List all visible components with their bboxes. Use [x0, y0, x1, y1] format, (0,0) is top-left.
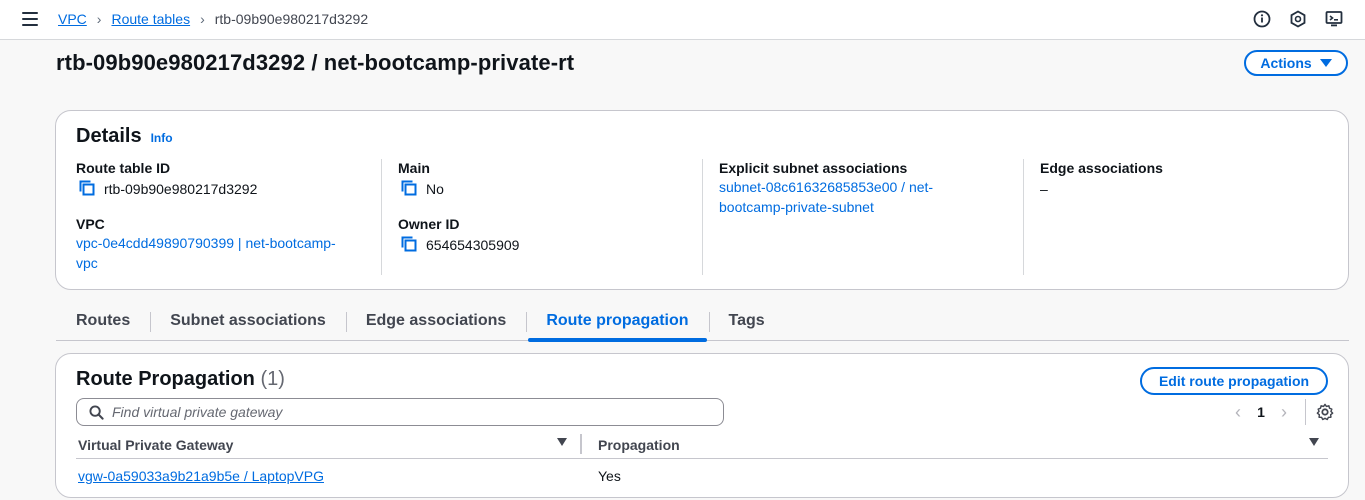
- info-icon[interactable]: [1253, 10, 1271, 28]
- explicit-subnet-link[interactable]: subnet-08c61632685853e00 / net- bootcamp…: [719, 177, 1009, 217]
- breadcrumb-separator: ›: [200, 11, 205, 27]
- copy-icon[interactable]: [400, 235, 420, 255]
- copy-icon[interactable]: [400, 179, 420, 199]
- column-divider: [702, 159, 703, 275]
- pagination-divider: [1305, 399, 1306, 425]
- info-link[interactable]: Info: [151, 131, 173, 145]
- search-field: [76, 398, 724, 426]
- table-header-divider: [76, 458, 1328, 459]
- details-title: Details: [76, 125, 142, 147]
- search-input[interactable]: [112, 404, 692, 420]
- cloudshell-icon[interactable]: [1325, 10, 1343, 28]
- caret-down-icon: [1319, 59, 1332, 67]
- breadcrumb-vpc[interactable]: VPC: [58, 11, 87, 27]
- propagation-value: Yes: [598, 468, 621, 484]
- notifications-icon[interactable]: [1289, 10, 1307, 28]
- tab-tags[interactable]: Tags: [708, 306, 785, 340]
- vpc-link-line-2: vpc: [76, 255, 98, 271]
- pagination: ‹ 1 ›: [1227, 398, 1334, 426]
- route-table-id-value: rtb-09b90e980217d3292: [76, 179, 366, 199]
- vpc-link[interactable]: vpc-0e4cdd49890790399 | net-bootcamp- vp…: [76, 233, 366, 273]
- top-icon-group: [1253, 10, 1343, 28]
- next-page-button[interactable]: ›: [1273, 402, 1295, 423]
- details-panel: Details Info Route table ID rtb-09b90e98…: [55, 110, 1349, 290]
- main-label: Main: [398, 160, 430, 176]
- main-value: No: [398, 179, 688, 199]
- route-table-id-label: Route table ID: [76, 160, 171, 176]
- tab-edge-associations[interactable]: Edge associations: [345, 306, 527, 340]
- column-divider: [381, 159, 382, 275]
- tab-routes[interactable]: Routes: [56, 306, 150, 340]
- search-icon: [89, 404, 104, 420]
- breadcrumb-separator: ›: [96, 11, 102, 27]
- gateway-link[interactable]: vgw-0a59033a9b21a9b5e / LaptopVPG: [78, 466, 324, 486]
- column-header-propagation[interactable]: Propagation: [598, 436, 680, 458]
- tab-bar: Routes Subnet associations Edge associat…: [56, 306, 1349, 342]
- details-column-2: Main No Owner ID 654654305909: [398, 159, 688, 275]
- main-text: No: [426, 181, 444, 197]
- explicit-subnet-line-1: subnet-08c61632685853e00 / net-: [719, 179, 934, 195]
- actions-button[interactable]: Actions: [1244, 50, 1348, 76]
- route-propagation-panel: Route Propagation (1) Edit route propaga…: [55, 353, 1349, 498]
- owner-id-text: 654654305909: [426, 237, 520, 253]
- details-header: Details Info: [76, 125, 173, 148]
- column-header-virtual-private-gateway[interactable]: Virtual Private Gateway: [78, 436, 233, 458]
- route-table-id-text: rtb-09b90e980217d3292: [104, 181, 258, 197]
- page-title: rtb-09b90e980217d3292 / net-bootcamp-pri…: [56, 50, 575, 75]
- sort-icon[interactable]: [1309, 438, 1319, 446]
- owner-id-value: 654654305909: [398, 235, 688, 255]
- sort-icon[interactable]: [557, 438, 567, 446]
- actions-button-label: Actions: [1260, 55, 1312, 71]
- owner-id-label: Owner ID: [398, 216, 460, 232]
- top-navigation-bar: VPC › Route tables › rtb-09b90e980217d32…: [0, 0, 1365, 40]
- page-number-button[interactable]: 1: [1249, 404, 1273, 420]
- previous-page-button[interactable]: ‹: [1227, 402, 1249, 423]
- vpc-link-line-1: vpc-0e4cdd49890790399 | net-bootcamp-: [76, 235, 336, 251]
- vpc-label: VPC: [76, 216, 105, 232]
- edge-associations-label: Edge associations: [1040, 160, 1163, 176]
- edge-associations-value: –: [1040, 181, 1048, 197]
- breadcrumb-current: rtb-09b90e980217d3292: [214, 11, 369, 27]
- route-propagation-title-text: Route Propagation: [76, 368, 255, 390]
- menu-icon[interactable]: [22, 12, 38, 26]
- copy-icon[interactable]: [78, 179, 98, 199]
- settings-icon[interactable]: [1316, 403, 1334, 421]
- tab-subnet-associations[interactable]: Subnet associations: [150, 306, 346, 340]
- column-divider: [1023, 159, 1024, 275]
- breadcrumb: VPC › Route tables › rtb-09b90e980217d32…: [58, 11, 368, 27]
- details-column-3: Explicit subnet associations subnet-08c6…: [719, 159, 1009, 275]
- details-column-1: Route table ID rtb-09b90e980217d3292 VPC…: [76, 159, 366, 275]
- tab-route-propagation[interactable]: Route propagation: [526, 306, 708, 342]
- edit-route-propagation-button[interactable]: Edit route propagation: [1140, 367, 1328, 395]
- route-propagation-count: (1): [260, 368, 285, 390]
- details-column-4: Edge associations –: [1040, 159, 1330, 275]
- column-resizer[interactable]: [580, 434, 582, 454]
- route-propagation-title: Route Propagation (1): [76, 368, 285, 391]
- explicit-subnet-line-2: bootcamp-private-subnet: [719, 199, 874, 215]
- explicit-subnet-label: Explicit subnet associations: [719, 160, 908, 176]
- breadcrumb-route-tables[interactable]: Route tables: [111, 11, 190, 27]
